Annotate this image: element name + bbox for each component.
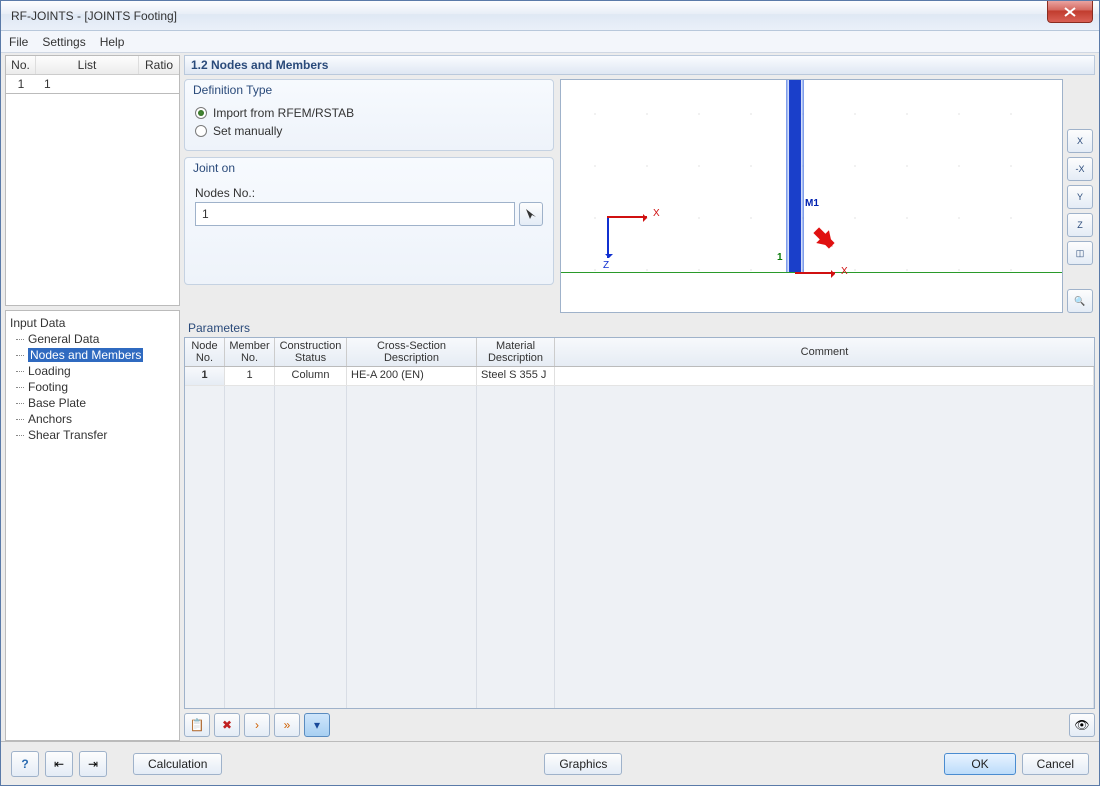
tree-item-footing[interactable]: Footing — [8, 379, 177, 395]
radio-manual-label: Set manually — [213, 124, 282, 138]
filter-icon: ▾ — [314, 718, 320, 732]
pick-node-button[interactable] — [519, 202, 543, 226]
viewport-toolbar: X -X Y Z ◫ 🔍 — [1067, 79, 1095, 313]
radio-import[interactable]: Import from RFEM/RSTAB — [195, 104, 543, 122]
radio-import-label: Import from RFEM/RSTAB — [213, 106, 354, 120]
nodes-no-input[interactable] — [195, 202, 515, 226]
tree-item-base-plate[interactable]: Base Plate — [8, 395, 177, 411]
view-z-button[interactable]: Z — [1067, 213, 1093, 237]
case-cell-no: 1 — [6, 76, 36, 92]
view-negx-button[interactable]: -X — [1067, 157, 1093, 181]
pc-comment — [555, 367, 1094, 385]
footer: ? ⇤ ⇥ Calculation Graphics OK Cancel — [1, 741, 1099, 785]
parameters-title: Parameters — [184, 319, 1095, 337]
menu-settings[interactable]: Settings — [42, 35, 85, 49]
delete-icon: ✖ — [222, 718, 232, 732]
case-table: No. List Ratio 1 1 — [5, 55, 180, 94]
case-table-body — [5, 94, 180, 306]
node-label: 1 — [777, 252, 783, 263]
export-icon: ⇥ — [88, 757, 98, 771]
case-cell-list: 1 — [36, 76, 139, 92]
axis-x-label: X — [653, 208, 660, 219]
pc-construction: Column — [275, 367, 347, 385]
pick-arrow-icon — [524, 207, 538, 221]
parameters-row[interactable]: 1 1 Column HE-A 200 (EN) Steel S 355 J — [185, 367, 1094, 386]
nodes-no-label: Nodes No.: — [195, 182, 543, 202]
tree-item-shear-transfer[interactable]: Shear Transfer — [8, 427, 177, 443]
ph-member[interactable]: Member No. — [225, 338, 275, 366]
case-header-list[interactable]: List — [36, 56, 139, 74]
calculation-button[interactable]: Calculation — [133, 753, 222, 775]
import-button[interactable]: ⇤ — [45, 751, 73, 777]
view-zoom-button[interactable]: 🔍 — [1067, 289, 1093, 313]
next-button[interactable]: › — [244, 713, 270, 737]
cancel-button[interactable]: Cancel — [1022, 753, 1089, 775]
ok-button[interactable]: OK — [944, 753, 1015, 775]
pc-member: 1 — [225, 367, 275, 385]
ph-construction[interactable]: Construction Status — [275, 338, 347, 366]
radio-manual-icon — [195, 125, 207, 137]
definition-type-group: Definition Type Import from RFEM/RSTAB S… — [184, 79, 554, 151]
case-row[interactable]: 1 1 — [6, 75, 179, 93]
pc-material: Steel S 355 J — [477, 367, 555, 385]
ph-material[interactable]: Material Description — [477, 338, 555, 366]
ph-comment[interactable]: Comment — [555, 338, 1094, 366]
app-window: RF-JOINTS - [JOINTS Footing] File Settin… — [0, 0, 1100, 786]
right-pane: 1.2 Nodes and Members Definition Type Im… — [184, 55, 1095, 741]
parameters-toolbar: 📋 ✖ › » ▾ 👁 — [184, 709, 1095, 741]
joint-on-group: Joint on Nodes No.: — [184, 157, 554, 285]
tree-item-loading[interactable]: Loading — [8, 363, 177, 379]
view-button[interactable]: 👁 — [1069, 713, 1095, 737]
menu-help[interactable]: Help — [100, 35, 125, 49]
fast-forward-button[interactable]: » — [274, 713, 300, 737]
view-x-button[interactable]: X — [1067, 129, 1093, 153]
case-header-no[interactable]: No. — [6, 56, 36, 74]
close-button[interactable] — [1047, 1, 1093, 23]
model-viewport[interactable]: M1 1 X Z X — [560, 79, 1063, 313]
export-button[interactable]: ⇥ — [79, 751, 107, 777]
pc-cross: HE-A 200 (EN) — [347, 367, 477, 385]
close-icon — [1064, 7, 1076, 17]
nav-tree: Input Data General Data Nodes and Member… — [5, 310, 180, 741]
case-cell-ratio — [139, 76, 179, 92]
tree-item-anchors[interactable]: Anchors — [8, 411, 177, 427]
help-button[interactable]: ? — [11, 751, 39, 777]
joint-on-title: Joint on — [185, 158, 553, 178]
ph-node[interactable]: Node No. — [185, 338, 225, 366]
clipboard-button[interactable]: 📋 — [184, 713, 210, 737]
import-icon: ⇤ — [54, 757, 64, 771]
parameters-table: Node No. Member No. Construction Status … — [184, 337, 1095, 709]
filter-button[interactable]: ▾ — [304, 713, 330, 737]
delete-button[interactable]: ✖ — [214, 713, 240, 737]
member-label: M1 — [805, 198, 819, 209]
view-iso-button[interactable]: ◫ — [1067, 241, 1093, 265]
definition-type-title: Definition Type — [185, 80, 553, 100]
help-icon: ? — [21, 757, 28, 771]
eye-icon: 👁 — [1074, 718, 1089, 732]
graphics-button[interactable]: Graphics — [544, 753, 622, 775]
tree-item-general-data[interactable]: General Data — [8, 331, 177, 347]
double-chevron-right-icon: » — [284, 718, 291, 732]
window-title: RF-JOINTS - [JOINTS Footing] — [1, 9, 1047, 23]
menubar: File Settings Help — [1, 31, 1099, 53]
radio-import-icon — [195, 107, 207, 119]
axis-z-label: Z — [603, 260, 609, 271]
chevron-right-icon: › — [255, 718, 259, 732]
section-header: 1.2 Nodes and Members — [184, 55, 1095, 75]
clipboard-icon: 📋 — [190, 718, 205, 732]
tree-root[interactable]: Input Data — [8, 315, 177, 331]
radio-manual[interactable]: Set manually — [195, 122, 543, 140]
ph-cross[interactable]: Cross-Section Description — [347, 338, 477, 366]
axis-x-label-2: X — [841, 266, 848, 277]
pc-node: 1 — [185, 367, 225, 385]
case-header-ratio[interactable]: Ratio — [139, 56, 179, 74]
titlebar: RF-JOINTS - [JOINTS Footing] — [1, 1, 1099, 31]
menu-file[interactable]: File — [9, 35, 28, 49]
tree-item-nodes-members[interactable]: Nodes and Members — [8, 347, 177, 363]
view-y-button[interactable]: Y — [1067, 185, 1093, 209]
left-pane: No. List Ratio 1 1 Input Data General Da… — [5, 55, 180, 741]
